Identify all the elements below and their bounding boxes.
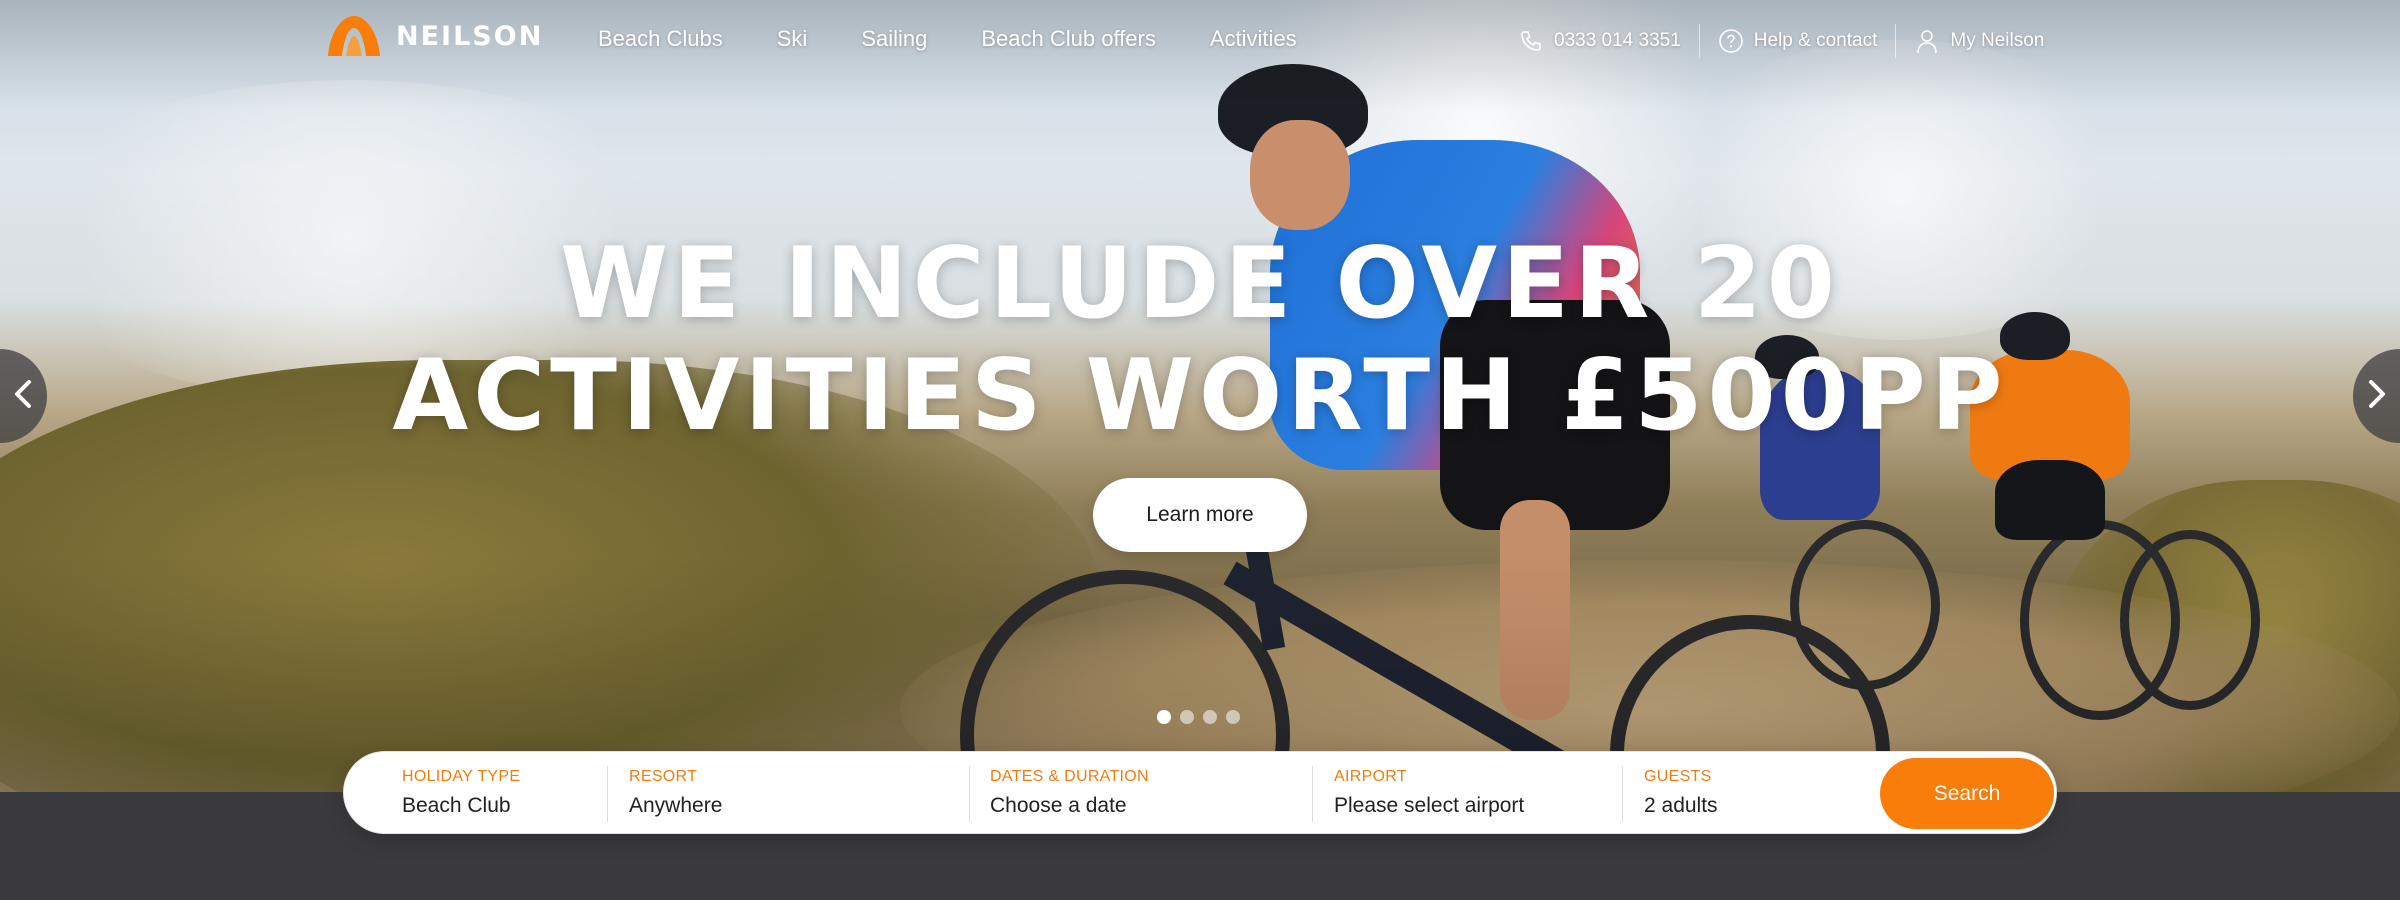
phone-number: 0333 014 3351 — [1554, 30, 1681, 51]
neilson-logo[interactable]: NEILSON — [326, 14, 543, 58]
divider — [1312, 766, 1313, 822]
carousel-dot-3[interactable] — [1203, 710, 1217, 724]
help-circle-icon — [1718, 28, 1744, 54]
menu-item-activities[interactable]: Activities — [1210, 26, 1297, 52]
field-value: Anywhere — [629, 794, 723, 817]
holiday-search-bar: HOLIDAY TYPE Beach Club RESORT Anywhere … — [343, 751, 2057, 834]
learn-more-button[interactable]: Learn more — [1093, 478, 1307, 552]
help-contact-label: Help & contact — [1753, 30, 1878, 51]
phone-icon — [1518, 28, 1544, 54]
menu-item-beach-club-offers[interactable]: Beach Club offers — [981, 26, 1155, 52]
divider — [1698, 24, 1700, 58]
chevron-left-icon — [13, 379, 33, 413]
top-navigation: NEILSON Beach Clubs Ski Sailing Beach Cl… — [0, 0, 2400, 86]
divider — [607, 766, 608, 822]
user-icon — [1914, 28, 1940, 54]
guests-field[interactable]: GUESTS 2 adults — [1644, 752, 1864, 835]
airport-field[interactable]: AIRPORT Please select airport — [1334, 752, 1624, 835]
menu-item-sailing[interactable]: Sailing — [861, 26, 927, 52]
field-label: AIRPORT — [1334, 768, 1407, 785]
field-value: 2 adults — [1644, 794, 1718, 817]
holiday-type-field[interactable]: HOLIDAY TYPE Beach Club — [402, 752, 602, 835]
divider — [969, 766, 970, 822]
logo-arch-icon — [326, 14, 382, 58]
hero-headline-line-2: ACTIVITIES WORTH £500PP — [392, 339, 2008, 453]
divider — [1622, 766, 1623, 822]
field-label: HOLIDAY TYPE — [402, 768, 521, 785]
carousel-dot-1[interactable] — [1157, 710, 1171, 724]
logo-wordmark: NEILSON — [396, 20, 544, 52]
search-button[interactable]: Search — [1880, 758, 2054, 829]
field-label: DATES & DURATION — [990, 768, 1149, 785]
hero-headline-line-1: WE INCLUDE OVER 20 — [560, 227, 1840, 341]
divider — [1895, 24, 1897, 58]
field-label: GUESTS — [1644, 768, 1712, 785]
dates-duration-field[interactable]: DATES & DURATION Choose a date — [990, 752, 1310, 835]
hero-headline: WE INCLUDE OVER 20 ACTIVITIES WORTH £500… — [0, 228, 2400, 452]
help-contact-link[interactable]: Help & contact — [1718, 28, 1878, 54]
my-neilson-link[interactable]: My Neilson — [1914, 28, 2044, 54]
resort-field[interactable]: RESORT Anywhere — [629, 752, 959, 835]
field-label: RESORT — [629, 768, 698, 785]
my-neilson-label: My Neilson — [1950, 30, 2045, 51]
carousel-dot-2[interactable] — [1180, 710, 1194, 724]
field-value: Choose a date — [990, 794, 1127, 817]
chevron-right-icon — [2367, 379, 2387, 413]
phone-link[interactable]: 0333 014 3351 — [1518, 28, 1681, 54]
main-menu: Beach Clubs Ski Sailing Beach Club offer… — [598, 26, 1351, 52]
menu-item-ski[interactable]: Ski — [777, 26, 808, 52]
menu-item-beach-clubs[interactable]: Beach Clubs — [598, 26, 723, 52]
field-value: Please select airport — [1334, 794, 1525, 817]
utility-links: 0333 014 3351 Help & contact My Neilson — [1518, 24, 2044, 58]
field-value: Beach Club — [402, 794, 511, 817]
carousel-dot-4[interactable] — [1226, 710, 1240, 724]
carousel-pagination — [1157, 710, 1240, 724]
